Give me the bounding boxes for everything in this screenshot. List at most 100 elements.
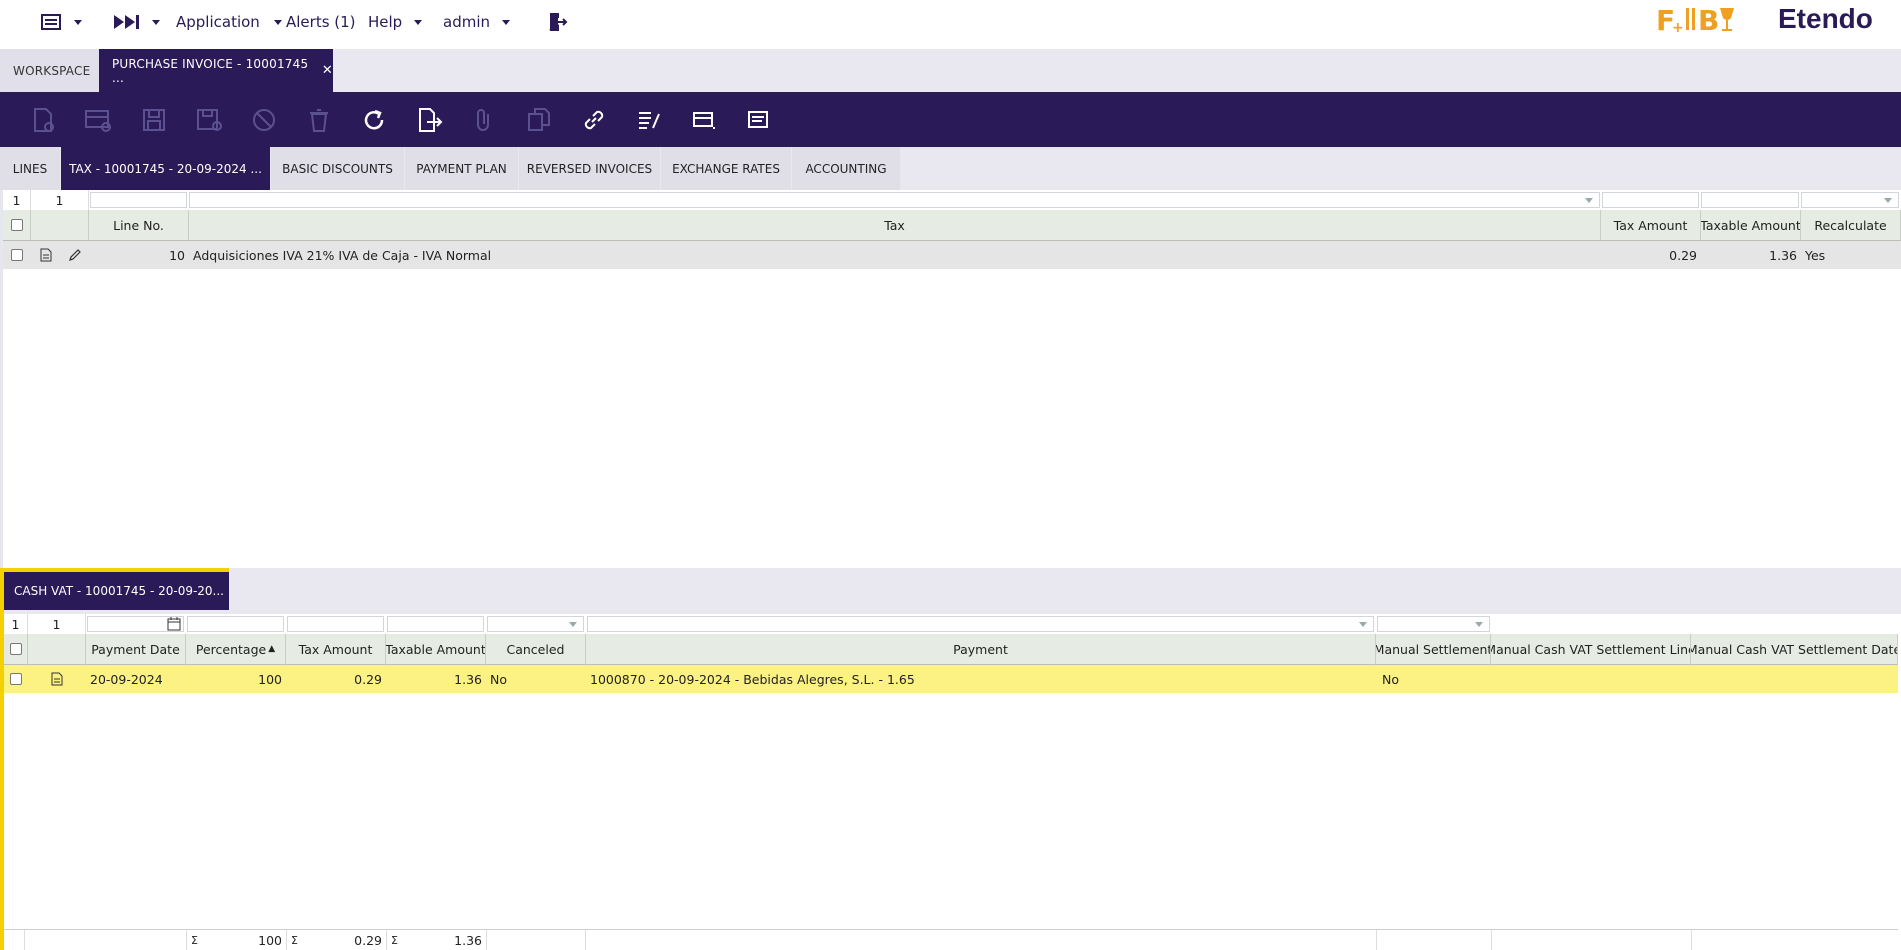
help-menu[interactable]: Help — [368, 0, 423, 44]
tax-grid: 1 1 Line No. Tax Tax Amount Taxable Amou… — [0, 190, 1901, 568]
header-taxable-amount[interactable]: Taxable Amount — [1701, 210, 1801, 241]
summary-divider — [24, 930, 25, 950]
header-manual-settlement[interactable]: Manual Settlement — [1376, 634, 1491, 665]
header-percentage[interactable]: Percentage ▲ — [186, 634, 286, 665]
filter-payment[interactable] — [587, 616, 1374, 632]
delete-icon[interactable] — [305, 106, 333, 134]
calendar-icon[interactable] — [167, 617, 181, 631]
toggle-view-icon[interactable] — [690, 106, 718, 134]
cell-payment: 1000870 - 20-09-2024 - Bebidas Alegres, … — [590, 671, 915, 687]
filter-canceled[interactable] — [487, 616, 584, 632]
logout-button[interactable] — [546, 0, 568, 44]
sigma-icon: Σ — [191, 934, 198, 947]
header-tax-amount[interactable]: Tax Amount — [1601, 210, 1701, 241]
clone-icon[interactable] — [525, 106, 553, 134]
tab-lines-label: LINES — [12, 161, 48, 176]
header-tax[interactable]: Tax — [189, 210, 1601, 241]
header-select-all[interactable] — [4, 634, 28, 665]
header-manual-settlement-date[interactable]: Manual Cash VAT Settlement Date — [1691, 634, 1898, 665]
audit-trail-icon[interactable] — [635, 106, 663, 134]
save-close-icon[interactable] — [195, 106, 223, 134]
row-select[interactable] — [4, 665, 28, 693]
tab-basic-discounts-label: BASIC DISCOUNTS — [282, 161, 393, 176]
row-checkbox[interactable] — [10, 673, 22, 685]
header-tax-amount[interactable]: Tax Amount — [286, 634, 386, 665]
new-row-icon[interactable] — [84, 106, 112, 134]
table-row[interactable]: 10 Adquisiciones IVA 21% IVA de Caja - I… — [3, 241, 1901, 269]
menu-button[interactable] — [40, 0, 82, 44]
refresh-icon[interactable] — [360, 106, 388, 134]
header-manual-settlement-line[interactable]: Manual Cash VAT Settlement Line — [1491, 634, 1691, 665]
cell-line-no: 10 — [169, 247, 185, 263]
user-menu[interactable]: admin — [443, 0, 510, 44]
tab-workspace[interactable]: WORKSPACE — [0, 49, 99, 92]
tab-reversed-invoices[interactable]: REVERSED INVOICES — [519, 147, 660, 190]
close-icon[interactable]: ✕ — [322, 63, 333, 78]
tab-purchase-invoice[interactable]: PURCHASE INVOICE - 10001745 ... ✕ — [99, 49, 333, 92]
save-icon[interactable] — [140, 106, 168, 134]
edit-row-button[interactable] — [61, 241, 89, 269]
summary-divider — [1691, 930, 1692, 950]
filter-payment-date[interactable] — [87, 616, 184, 632]
tab-workspace-label: WORKSPACE — [13, 63, 91, 78]
header-payment[interactable]: Payment — [586, 634, 1376, 665]
tab-cash-vat[interactable]: CASH VAT - 10001745 - 20-09-20... — [0, 572, 229, 610]
filter-manual-settlement[interactable] — [1377, 616, 1490, 632]
toolbar — [0, 92, 1901, 147]
header-actions — [28, 634, 86, 665]
filter-tax-amount[interactable] — [1602, 192, 1699, 208]
app-window: Application Alerts (1) Help admin F + B … — [0, 0, 1901, 950]
window-tabs: WORKSPACE PURCHASE INVOICE - 10001745 ..… — [0, 49, 1901, 92]
summary-divider — [486, 930, 586, 950]
quick-launch-button[interactable] — [112, 0, 160, 44]
grid-row-counter: 1 — [3, 190, 31, 210]
cell-manual-settlement: No — [1382, 671, 1399, 687]
filter-line-no[interactable] — [90, 192, 187, 208]
header-select-all[interactable] — [3, 210, 31, 241]
filter-tax-amount[interactable] — [287, 616, 384, 632]
svg-text:+: + — [1672, 20, 1684, 36]
filter-taxable-amount[interactable] — [387, 616, 484, 632]
header-recalculate[interactable]: Recalculate — [1801, 210, 1901, 241]
row-select[interactable] — [3, 241, 31, 269]
header-line-no[interactable]: Line No. — [89, 210, 189, 241]
cell-taxable-amount: 1.36 — [1769, 247, 1797, 263]
filter-recalculate[interactable] — [1801, 192, 1899, 208]
svg-text:B: B — [1698, 4, 1719, 36]
document-icon — [40, 248, 52, 262]
header-taxable-amount[interactable]: Taxable Amount — [386, 634, 486, 665]
header-canceled[interactable]: Canceled — [486, 634, 586, 665]
help-label: Help — [368, 13, 403, 31]
select-all-checkbox[interactable] — [9, 643, 22, 655]
tab-payment-plan[interactable]: PAYMENT PLAN — [405, 147, 518, 190]
attachment-icon[interactable] — [470, 106, 498, 134]
chevron-down-icon — [152, 19, 160, 25]
filter-tax[interactable] — [189, 192, 1600, 208]
customer-logo: F + B — [1656, 2, 1738, 36]
chevron-down-icon — [1585, 198, 1593, 203]
alerts-link[interactable]: Alerts (1) — [286, 0, 356, 44]
logout-icon — [549, 13, 568, 31]
tab-cash-vat-label: CASH VAT - 10001745 - 20-09-20... — [14, 584, 224, 598]
application-menu[interactable]: Application — [176, 0, 282, 44]
header-percentage-label: Percentage — [195, 641, 267, 657]
tab-lines[interactable]: LINES — [0, 147, 60, 190]
link-icon[interactable] — [580, 106, 608, 134]
undo-icon[interactable] — [250, 106, 278, 134]
header-payment-date[interactable]: Payment Date — [86, 634, 186, 665]
export-icon[interactable] — [415, 106, 443, 134]
open-form-button[interactable] — [33, 241, 59, 269]
tab-accounting[interactable]: ACCOUNTING — [792, 147, 900, 190]
new-document-icon[interactable] — [29, 106, 57, 134]
filter-percentage[interactable] — [187, 616, 284, 632]
cell-tax: Adquisiciones IVA 21% IVA de Caja - IVA … — [193, 247, 492, 263]
row-checkbox[interactable] — [11, 249, 23, 261]
open-form-button[interactable] — [28, 665, 86, 693]
notes-icon[interactable] — [745, 106, 773, 134]
tab-basic-discounts[interactable]: BASIC DISCOUNTS — [271, 147, 404, 190]
tab-tax[interactable]: TAX - 10001745 - 20-09-2024 ... — [61, 147, 270, 190]
filter-taxable-amount[interactable] — [1701, 192, 1799, 208]
select-all-checkbox[interactable] — [10, 219, 23, 231]
tab-exchange-rates[interactable]: EXCHANGE RATES — [661, 147, 791, 190]
table-row[interactable]: 20-09-2024 100 0.29 1.36 No 1000870 - 20… — [4, 665, 1898, 693]
